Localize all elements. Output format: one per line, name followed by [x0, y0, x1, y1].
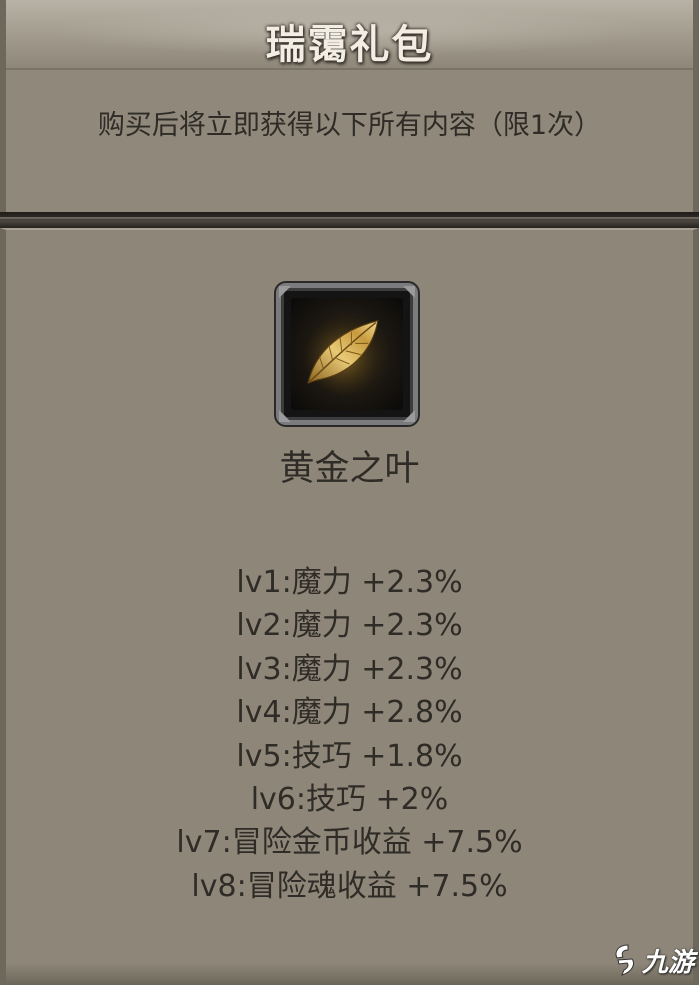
title-bar: 瑞霭礼包 — [6, 0, 693, 70]
stat-line: lv4:魔力 +2.8% — [236, 695, 463, 731]
frame-corner — [403, 286, 415, 298]
pack-description: 购买后将立即获得以下所有内容（限1次） — [97, 110, 602, 141]
pack-title: 瑞霭礼包 — [265, 22, 434, 68]
stat-line: lv8:冒险魂收益 +7.5% — [191, 868, 508, 904]
stat-line: lv2:魔力 +2.3% — [236, 608, 463, 644]
panel-bottom-edge — [6, 963, 693, 985]
pack-header-panel: 瑞霭礼包 购买后将立即获得以下所有内容（限1次） — [0, 0, 699, 214]
jiuyou-logo-icon — [615, 944, 635, 976]
frame-corner — [279, 286, 291, 298]
frame-corner — [279, 410, 291, 422]
golden-leaf-icon — [296, 308, 388, 396]
stat-line: lv5:技巧 +1.8% — [236, 738, 463, 774]
stat-line: lv3:魔力 +2.3% — [236, 651, 463, 687]
item-slot[interactable] — [276, 283, 418, 425]
stat-line: lv6:技巧 +2% — [250, 781, 449, 817]
item-stats-list: lv1:魔力 +2.3% lv2:魔力 +2.3% lv3:魔力 +2.3% l… — [0, 561, 699, 908]
frame-corner — [403, 410, 415, 422]
stat-line: lv1:魔力 +2.3% — [236, 565, 463, 600]
watermark-text: 九游 — [642, 947, 695, 978]
stat-line: lv7:冒险金币收益 +7.5% — [176, 825, 523, 861]
site-watermark: 九游 — [610, 940, 694, 980]
panel-divider — [0, 212, 699, 228]
item-name: 黄金之叶 — [279, 449, 420, 489]
